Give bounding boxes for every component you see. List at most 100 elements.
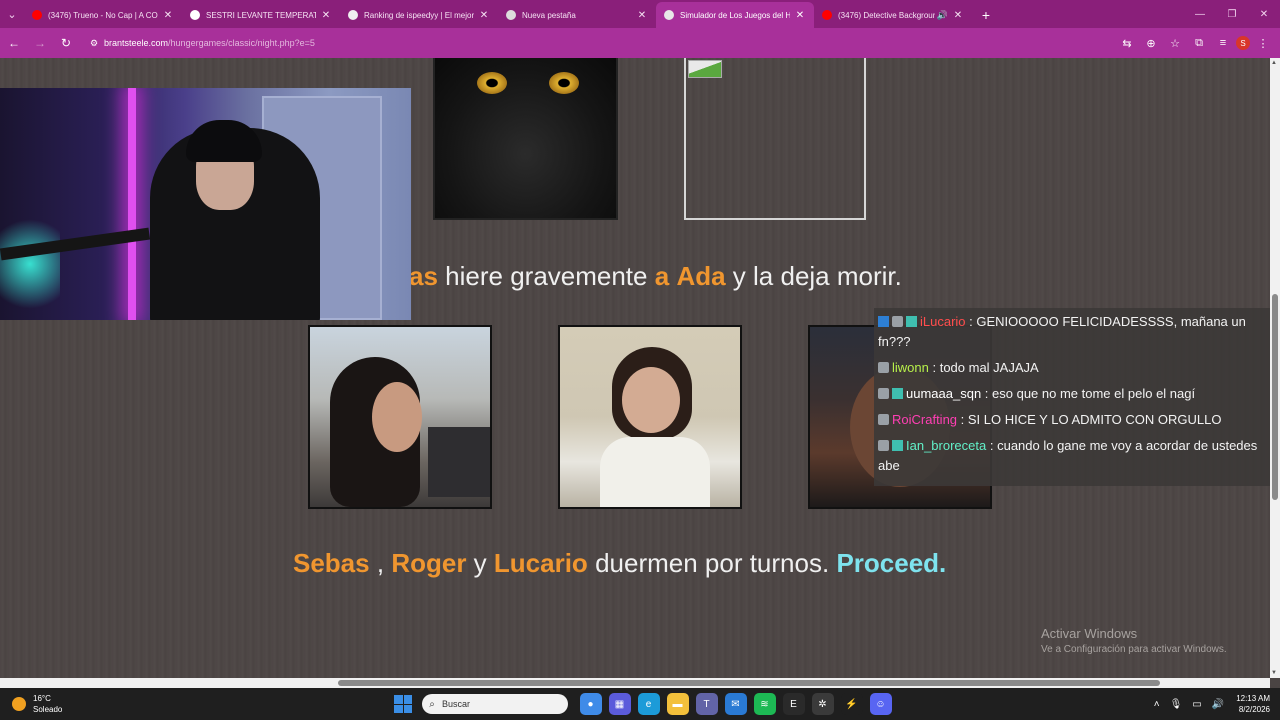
tab-title: SESTRI LEVANTE TEMPERATURA [206,10,316,20]
restore-icon[interactable]: ❐ [1216,0,1248,28]
chat-message: liwonn : todo mal JAJAJA [878,358,1266,378]
photo-face [622,367,680,433]
browser-tab[interactable]: Nueva pestaña ✕ [498,2,656,28]
watermark-subtitle: Ve a Configuración para activar Windows. [1041,644,1227,655]
browser-tab[interactable]: (3476) Detective Backgroun 🔊 ✕ [814,2,972,28]
tab-close-icon[interactable]: ✕ [478,10,490,21]
photo-face [372,382,422,452]
epic-games-icon[interactable]: E [782,693,805,715]
clock-date: 8/2/2026 [1238,705,1270,714]
store-icon[interactable]: ▦ [608,693,631,715]
event-verb: hiere gravemente [445,261,648,291]
reading-list-icon[interactable]: ≡ [1212,32,1234,54]
steelseries-icon[interactable]: ✲ [811,693,834,715]
new-tab-button[interactable]: + [972,2,1000,28]
tribute-name-3: Lucario [493,548,588,578]
profile-avatar[interactable]: S [1236,36,1250,50]
broken-image-icon [688,60,722,78]
broken-image [684,58,866,220]
chat-badge-icon [892,440,903,451]
app-yellow-icon[interactable]: ⚡ [840,693,863,715]
zoom-icon[interactable]: ⊕ [1140,32,1162,54]
black-cat-image [433,58,618,220]
network-icon[interactable]: ▭ [1192,699,1201,710]
vertical-scroll-thumb[interactable] [1272,294,1278,500]
browser-tab[interactable]: (3476) Trueno - No Cap | A COL ✕ [24,2,182,28]
tab-favicon-icon [348,10,358,20]
tab-strip: (3476) Trueno - No Cap | A COL ✕ SESTRI LE… [24,2,972,28]
webcam-streamer-hair [186,120,262,162]
event-description: duermen por turnos. [595,548,830,578]
tab-close-icon[interactable]: ✕ [162,10,174,21]
site-info-icon[interactable]: ⚙ [90,38,104,49]
tab-favicon-icon [506,10,516,20]
discord-icon[interactable]: ☺ [869,693,892,715]
tab-audio-icon[interactable]: 🔊 [937,10,948,21]
horizontal-scrollbar[interactable] [0,678,1270,688]
sun-icon [12,697,26,711]
reload-icon[interactable]: ↻ [54,31,78,55]
translate-icon[interactable]: ⇆ [1116,32,1138,54]
taskbar-search[interactable]: ⌕ Buscar [422,694,568,714]
minimize-icon[interactable]: — [1184,0,1216,28]
chat-message: Ian_broreceta : cuando lo gane me voy a … [878,436,1266,476]
volume-icon[interactable]: 🔊 [1212,699,1224,710]
forward-arrow-icon[interactable]: → [28,31,52,55]
tab-close-icon[interactable]: ✕ [952,10,964,21]
proceed-link[interactable]: Proceed. [836,548,946,578]
chat-badge-icon [906,316,917,327]
weather-temperature: 16°C [33,694,51,703]
browser-tab[interactable]: Ranking de ispeedyy | El mejor ✕ [340,2,498,28]
tab-close-icon[interactable]: ✕ [636,10,648,21]
address-bar[interactable]: ⚙ brantsteele.com/hungergames/classic/ni… [86,32,1076,54]
tab-favicon-icon [32,10,42,20]
chrome-icon[interactable]: ● [579,693,602,715]
pinned-apps: ● ▦ e ▬ T ✉ ≋ E ✲ ⚡ ☺ [576,693,895,715]
microphone-icon[interactable]: 🎙 [1170,699,1183,710]
chat-message: uumaaa_sqn : eso que no me tome el pelo … [878,384,1266,404]
tab-title: Nueva pestaña [522,10,576,20]
tab-favicon-icon [822,10,832,20]
back-arrow-icon[interactable]: ← [2,31,26,55]
menu-kebab-icon[interactable]: ⋮ [1252,32,1274,54]
tribute-photo-sebas [308,325,492,509]
chat-username: RoiCrafting [892,412,958,427]
edge-icon[interactable]: e [637,693,660,715]
file-explorer-icon[interactable]: ▬ [666,693,689,715]
tab-close-icon[interactable]: ✕ [794,10,806,21]
bookmark-star-icon[interactable]: ☆ [1164,32,1186,54]
clock-time: 12:13 AM [1236,694,1270,703]
browser-tab[interactable]: Simulador de Los Juegos del Ha ✕ [656,2,814,28]
vertical-scrollbar[interactable]: ▲ ▼ [1270,58,1280,678]
spotify-icon[interactable]: ≋ [753,693,776,715]
clock[interactable]: 12:13 AM 8/2/2026 [1236,693,1270,715]
close-window-icon[interactable]: ✕ [1248,0,1280,28]
extensions-icon[interactable]: ⧉ [1188,32,1210,54]
tray-chevron-icon[interactable]: ˄ [1154,699,1160,710]
event-outcome: y la deja morir. [732,261,902,291]
url-host: brantsteele.com [104,38,169,48]
separator-comma: , [376,548,385,578]
scroll-down-icon[interactable]: ▼ [1271,670,1277,676]
photo-car [428,427,490,497]
tab-search-chevron-icon[interactable]: ⌄ [0,0,24,28]
toolbar-actions: ⇆ ⊕ ☆ ⧉ ≡ S ⋮ [1114,32,1274,54]
scroll-up-icon[interactable]: ▲ [1271,60,1277,66]
windows-start-icon[interactable] [394,695,412,713]
separator-y: y [473,548,487,578]
browser-tab[interactable]: SESTRI LEVANTE TEMPERATURA ✕ [182,2,340,28]
chat-badge-icon [878,440,889,451]
tab-close-icon[interactable]: ✕ [320,10,332,21]
tribute-name-1: Sebas [293,548,370,578]
chat-text: : todo mal JAJAJA [932,360,1039,375]
watermark-title: Activar Windows [1041,626,1138,641]
horizontal-scroll-thumb[interactable] [338,680,1160,686]
event-connector: a [654,261,670,291]
actor-name: as [409,261,438,291]
stream-chat-overlay: iLucario : GENIOOOOO FELICIDADESSSS, mañ… [874,308,1270,486]
tab-favicon-icon [664,10,674,20]
chat-badge-icon [892,388,903,399]
teams-icon[interactable]: T [695,693,718,715]
weather-widget[interactable]: 16°C Soleado [12,693,62,715]
mail-icon[interactable]: ✉ [724,693,747,715]
